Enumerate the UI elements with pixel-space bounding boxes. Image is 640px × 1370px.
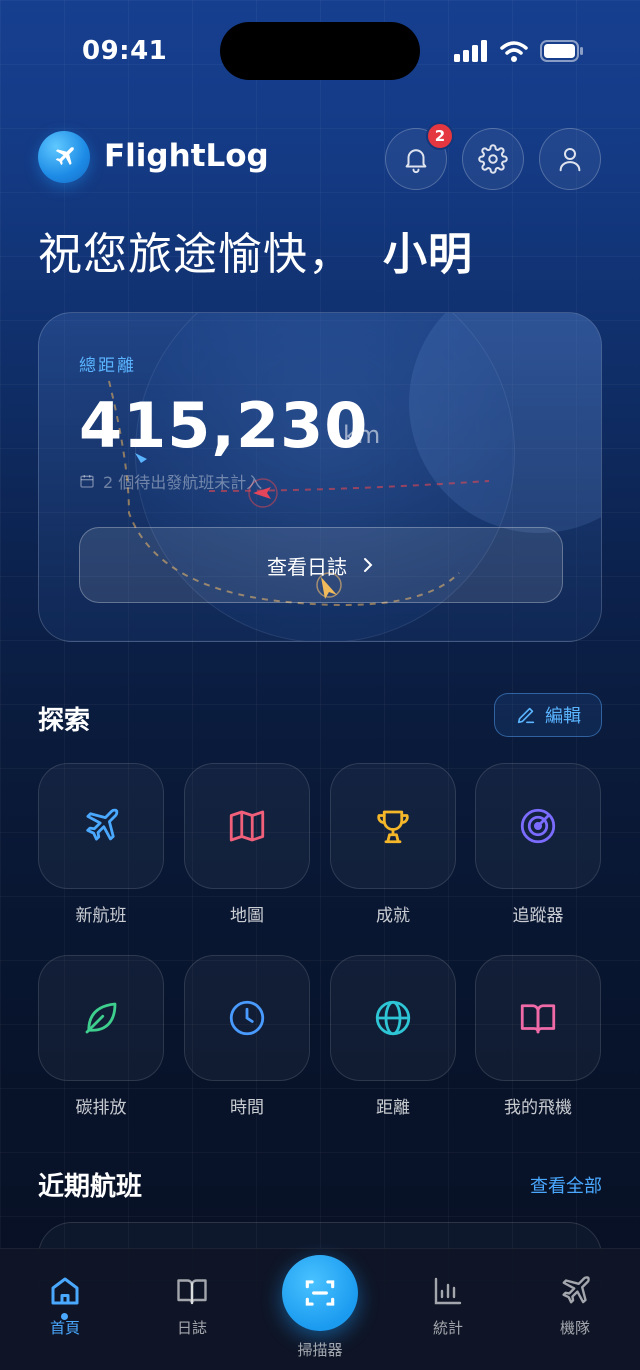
app-title: FlightLog	[104, 138, 269, 174]
explore-label: 地圖	[230, 906, 264, 926]
scanner-button[interactable]	[282, 1255, 358, 1331]
gear-icon	[478, 144, 508, 174]
explore-title: 探索	[38, 706, 91, 736]
chart-icon	[434, 1277, 462, 1305]
tab-label: 統計	[432, 1319, 463, 1337]
explore-label: 距離	[376, 1098, 410, 1118]
edit-button[interactable]: 編輯	[494, 693, 602, 737]
explore-tracker[interactable]	[475, 763, 601, 889]
tab-log[interactable]: 日誌	[137, 1271, 247, 1338]
tab-label: 首頁	[49, 1319, 80, 1337]
signal-icon	[454, 40, 487, 62]
app-header: FlightLog 2	[38, 122, 602, 190]
scan-icon	[305, 1280, 335, 1306]
profile-button[interactable]	[539, 128, 601, 190]
view-log-button[interactable]: 查看日誌	[79, 527, 563, 603]
map-icon	[229, 810, 265, 842]
bell-icon	[405, 149, 427, 174]
tab-fleet[interactable]: 機隊	[520, 1271, 630, 1338]
pencil-icon	[517, 707, 535, 724]
tab-label: 日誌	[176, 1319, 207, 1337]
radar-icon	[520, 808, 556, 844]
plane-icon	[55, 147, 74, 166]
home-icon	[51, 1277, 79, 1305]
tab-home[interactable]: 首頁	[10, 1271, 120, 1338]
scanner-label: 掃描器	[297, 1341, 343, 1359]
dynamic-island	[220, 22, 420, 80]
clock-icon	[229, 1000, 265, 1036]
tab-stats[interactable]: 統計	[393, 1271, 503, 1338]
chevron-right-icon	[364, 558, 373, 572]
notifications-button[interactable]: 2	[385, 122, 454, 190]
greeting: 祝您旅途愉快， 小明	[38, 218, 473, 282]
tab-label: 機隊	[559, 1319, 590, 1337]
plane-icon	[86, 808, 119, 841]
globe-icon	[375, 1000, 411, 1036]
explore-distance[interactable]	[330, 955, 456, 1081]
leaf-icon	[85, 1002, 117, 1034]
recent-flights-title: 近期航班	[38, 1172, 143, 1202]
greeting-text: 祝您旅途愉快，	[38, 229, 353, 280]
explore-label: 時間	[230, 1098, 264, 1118]
settings-button[interactable]	[462, 128, 524, 190]
user-icon	[559, 148, 581, 172]
background-grid	[0, 0, 640, 1370]
explore-achievements[interactable]	[330, 763, 456, 889]
explore-label: 追蹤器	[512, 906, 564, 926]
trophy-icon	[377, 810, 409, 844]
status-bar: 09:41	[0, 0, 640, 100]
pending-note-text: 2 個待出發航班未計入	[103, 473, 263, 492]
book-icon	[177, 1279, 207, 1305]
view-all-link[interactable]: 查看全部	[530, 1172, 602, 1198]
explore-carbon[interactable]	[38, 955, 164, 1081]
explore-time[interactable]	[184, 955, 310, 1081]
active-tab-indicator	[61, 1313, 68, 1320]
explore-label: 成就	[376, 906, 410, 926]
tab-bar: 首頁 日誌 掃描器 統計 機隊	[0, 1248, 640, 1370]
explore-label: 新航班	[75, 906, 127, 926]
distance-value: 415,230	[79, 389, 369, 462]
explore-label: 我的飛機	[504, 1098, 572, 1118]
app-logo	[38, 131, 90, 183]
explore-label: 碳排放	[75, 1098, 127, 1118]
notification-badge: 2	[426, 122, 454, 150]
status-icons	[454, 40, 584, 62]
distance-label: 總距離	[79, 356, 136, 376]
status-time: 09:41	[82, 36, 168, 66]
view-log-label: 查看日誌	[267, 554, 347, 579]
explore-my-planes[interactable]	[475, 955, 601, 1081]
explore-new-flight[interactable]	[38, 763, 164, 889]
total-distance-card: 總距離 415,230 km 2 個待出發航班未計入 查看日誌	[38, 312, 602, 642]
pending-flights-note: 2 個待出發航班未計入	[79, 469, 262, 493]
battery-icon	[540, 40, 583, 62]
explore-map[interactable]	[184, 763, 310, 889]
wifi-icon	[500, 41, 528, 62]
plane-icon	[562, 1276, 590, 1304]
distance-unit: km	[343, 421, 381, 449]
edit-label: 編輯	[545, 706, 581, 727]
user-name: 小明	[383, 229, 473, 280]
book-icon	[520, 1004, 556, 1034]
calendar-icon	[80, 475, 94, 488]
